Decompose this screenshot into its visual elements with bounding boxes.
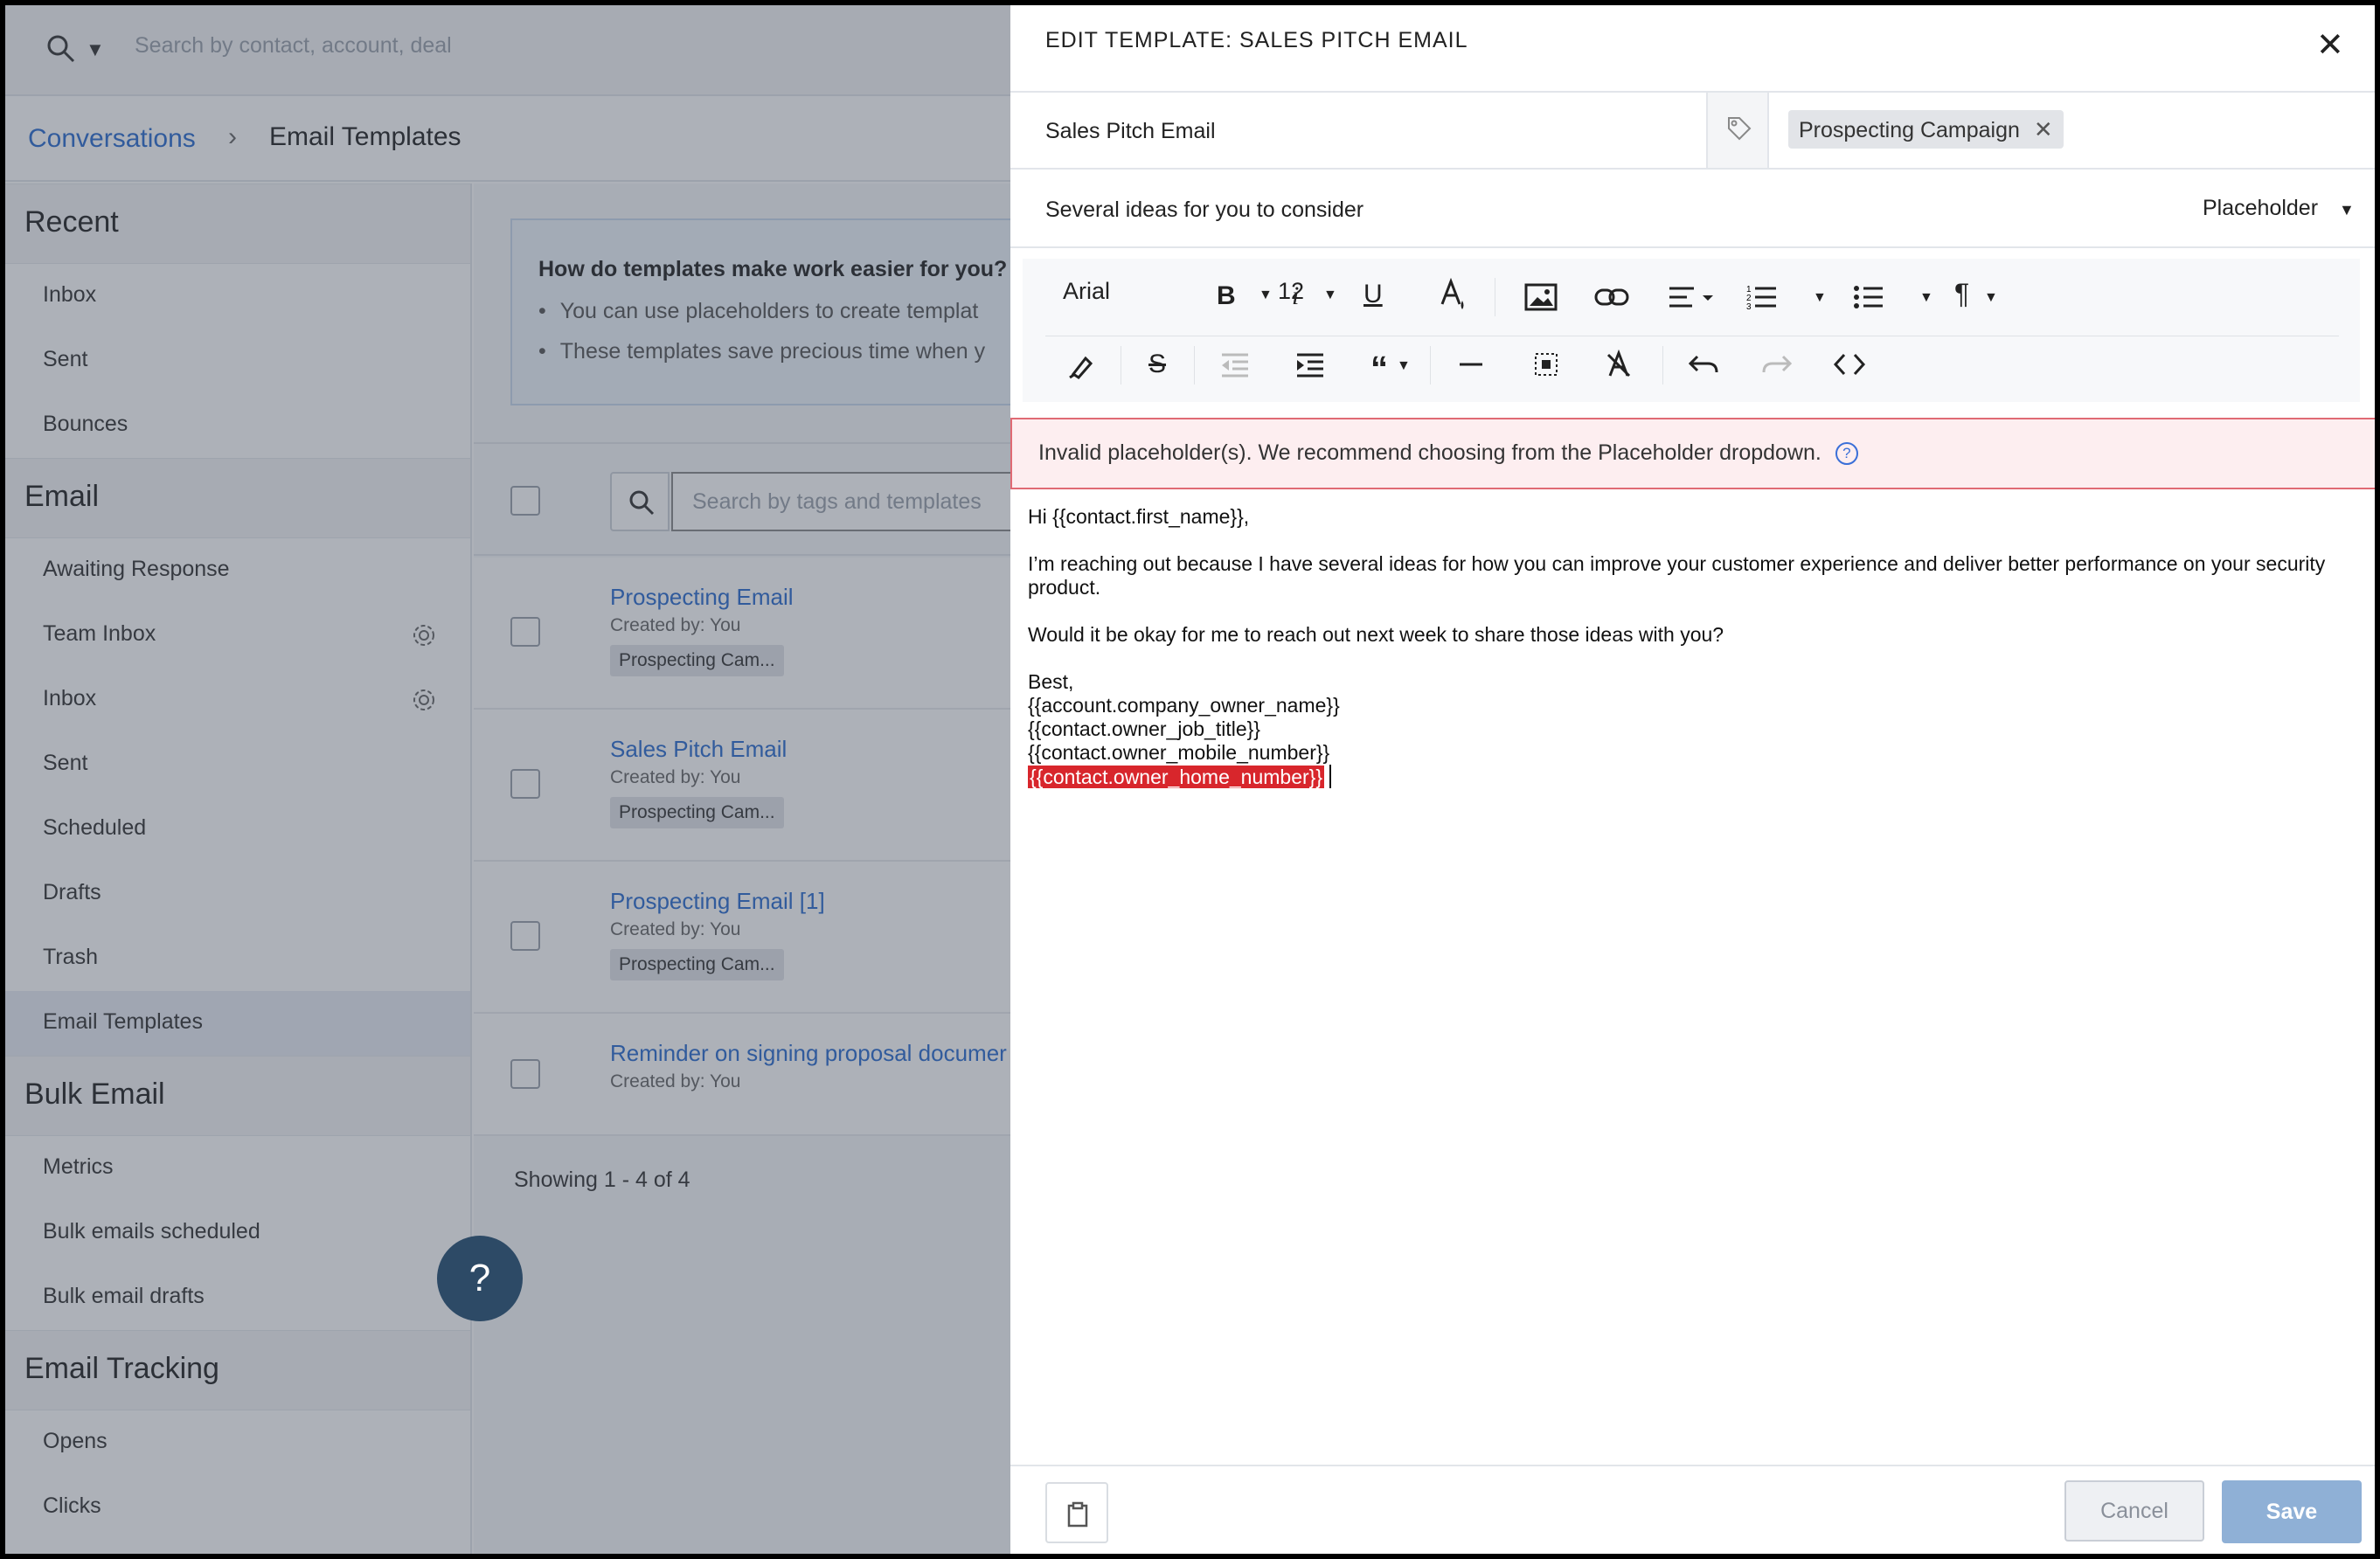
alert-message: Invalid placeholder(s). We recommend cho… [1038,440,1821,465]
panel-header: EDIT TEMPLATE: SALES PITCH EMAIL ✕ [1010,5,2375,93]
panel-title: EDIT TEMPLATE: SALES PITCH EMAIL [1045,28,1468,52]
italic-icon[interactable]: i [1292,281,1299,311]
bold-icon[interactable]: B [1217,281,1236,311]
close-icon[interactable]: ✕ [2316,28,2344,63]
tag-icon-cell[interactable] [1706,93,1769,168]
editor-toolbar: Arial ▼ 12 ▼ B i U 123 ▼ ▼ ¶ ▼ S “ ▼ [1023,259,2360,402]
signature-line: {{contact.owner_mobile_number}} [1028,741,1330,764]
font-size-select[interactable]: 12 ▼ [1278,278,1337,305]
body-greeting: Hi {{contact.first_name}}, [1028,505,1250,528]
cancel-button[interactable]: Cancel [2064,1480,2204,1542]
remove-tag-icon[interactable]: ✕ [2034,116,2053,142]
edit-template-panel: EDIT TEMPLATE: SALES PITCH EMAIL ✕ Sales… [1010,5,2375,1554]
bullet-list-icon[interactable] [1853,283,1884,311]
blockquote-icon[interactable]: “ [1370,351,1388,386]
indent-icon[interactable] [1295,353,1325,378]
select-all-icon[interactable] [1533,351,1559,378]
subject-row: Several ideas for you to consider Placeh… [1010,170,2375,248]
bullet-list-caret-icon[interactable]: ▼ [1919,290,1933,306]
svg-text:3: 3 [1746,302,1752,311]
toolbar-divider [1430,346,1431,385]
invalid-placeholder-highlight[interactable]: {{contact.owner_home_number}} [1028,766,1325,788]
font-family-select[interactable]: Arial ▼ [1063,278,1273,305]
save-button[interactable]: Save [2222,1480,2362,1543]
signature-line: {{contact.owner_job_title}} [1028,717,1260,740]
tag-chip-label: Prospecting Campaign [1799,118,2020,142]
modal-overlay[interactable] [5,5,1010,1554]
format-painter-icon[interactable] [1068,351,1096,379]
paragraph-caret-icon[interactable]: ▼ [1984,290,1998,306]
redo-icon[interactable] [1762,351,1792,378]
attach-button[interactable] [1045,1482,1108,1543]
chevron-down-icon: ▼ [1259,288,1273,302]
clear-format-icon[interactable] [1605,350,1633,379]
signature-line: {{account.company_owner_name}} [1028,694,1340,717]
placeholder-dropdown[interactable]: Placeholder ▼ [2203,196,2355,221]
link-icon[interactable] [1594,285,1629,309]
help-circle-icon[interactable]: ? [1835,442,1858,465]
email-body-editor[interactable]: Hi {{contact.first_name}}, I’m reaching … [1028,505,2356,789]
chevron-down-icon: ▼ [2339,201,2355,218]
image-icon[interactable] [1524,283,1558,311]
align-icon[interactable] [1668,285,1715,309]
tag-chip: Prospecting Campaign ✕ [1788,110,2064,149]
template-name-input[interactable]: Sales Pitch Email [1045,119,1216,144]
body-paragraph: I’m reaching out because I have several … [1028,552,2326,599]
help-button[interactable]: ? [437,1236,523,1321]
outdent-icon[interactable] [1220,353,1250,378]
app-frame: ▼ Search by contact, account, deal Conve… [5,5,2375,1554]
underline-icon[interactable]: U [1363,280,1383,309]
conversations-app: ▼ Search by contact, account, deal Conve… [5,5,1038,1554]
chevron-down-icon: ▼ [1323,288,1337,302]
undo-icon[interactable] [1689,351,1718,378]
text-cursor [1329,765,1332,788]
horizontal-rule-icon[interactable] [1458,351,1484,378]
invalid-placeholder-alert: Invalid placeholder(s). We recommend cho… [1010,418,2375,489]
text-color-icon[interactable] [1439,278,1468,313]
numbered-list-icon[interactable]: 123 [1746,283,1778,311]
panel-footer: Cancel Save [1010,1465,2375,1554]
blockquote-caret-icon[interactable]: ▼ [1397,358,1411,374]
subject-input[interactable]: Several ideas for you to consider [1045,197,1363,223]
paragraph-icon[interactable]: ¶ [1954,278,1969,310]
body-signoff: Best, [1028,670,1074,693]
strikethrough-icon[interactable]: S [1148,350,1166,379]
template-name-row: Sales Pitch Email Prospecting Campaign ✕ [1010,93,2375,170]
numbered-list-caret-icon[interactable]: ▼ [1813,290,1827,306]
toolbar-divider [1662,346,1663,385]
tag-icon [1728,117,1752,141]
body-paragraph: Would it be okay for me to reach out nex… [1028,623,1724,646]
toolbar-divider [1194,346,1195,385]
source-code-icon[interactable] [1832,351,1867,378]
clipboard-icon [1067,1501,1088,1528]
